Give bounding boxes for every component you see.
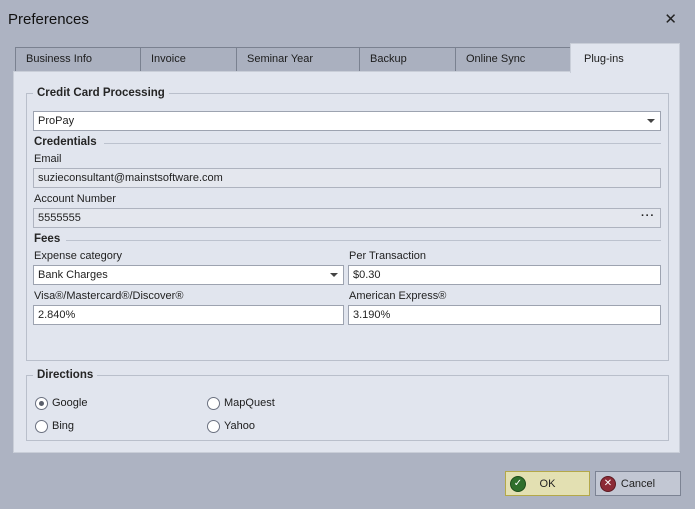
email-value: suzieconsultant@mainstsoftware.com [38,172,223,184]
credit-card-processing-legend: Credit Card Processing [37,87,165,99]
per-transaction-value: $0.30 [353,269,381,281]
fees-divider [66,240,661,241]
tab-label: Backup [370,53,407,65]
chevron-down-icon [330,273,338,277]
email-field[interactable]: suzieconsultant@mainstsoftware.com [33,168,661,188]
email-label: Email [34,153,62,165]
cancel-button[interactable]: ✕ Cancel [595,471,681,496]
per-transaction-label: Per Transaction [349,250,427,262]
title-bar: Preferences ✕ [0,0,695,38]
american-express-field[interactable]: 3.190% [348,305,661,325]
per-transaction-field[interactable]: $0.30 [348,265,661,285]
directions-group: Directions [26,369,669,441]
account-number-label: Account Number [34,193,116,205]
credentials-divider [104,143,661,144]
tab-seminar-year[interactable]: Seminar Year [236,47,360,72]
tab-label: Invoice [151,53,186,65]
chevron-down-icon [647,119,655,123]
radio-bing-label: Bing [52,420,75,432]
radio-mapquest-label: MapQuest [224,397,275,409]
cancel-button-label: Cancel [620,478,656,490]
directions-legend: Directions [37,369,94,381]
tab-label: Seminar Year [247,53,314,65]
tab-business-info[interactable]: Business Info [15,47,141,72]
tab-invoice[interactable]: Invoice [140,47,237,72]
expense-category-value: Bank Charges [38,269,108,281]
close-icon[interactable]: ✕ [664,10,677,28]
radio-indicator-selected [35,397,48,410]
american-express-value: 3.190% [353,309,391,321]
visa-mastercard-discover-label: Visa®/Mastercard®/Discover® [34,290,184,302]
radio-indicator [207,397,220,410]
radio-indicator [35,420,48,433]
american-express-label: American Express® [349,290,447,302]
expense-category-label: Expense category [34,250,123,262]
visa-mastercard-discover-field[interactable]: 2.840% [33,305,344,325]
tab-online-sync[interactable]: Online Sync [455,47,571,72]
credentials-heading: Credentials [34,136,97,148]
radio-indicator [207,420,220,433]
payment-processor-select[interactable]: ProPay [33,111,661,131]
visa-mastercard-discover-value: 2.840% [38,309,76,321]
tab-backup[interactable]: Backup [359,47,456,72]
window-title: Preferences [8,11,89,28]
fees-heading: Fees [34,233,61,245]
ellipsis-icon[interactable]: ··· [641,210,655,222]
ok-button-label: OK [539,478,556,490]
account-number-field[interactable]: 5555555 ··· [33,208,661,228]
ok-button[interactable]: ✓ OK [505,471,590,496]
tab-plug-ins[interactable]: Plug-ins [570,43,680,73]
tab-label: Business Info [26,53,93,65]
radio-google-label: Google [52,397,88,409]
tab-label: Online Sync [466,53,526,65]
radio-yahoo-label: Yahoo [224,420,255,432]
payment-processor-value: ProPay [38,115,75,127]
expense-category-select[interactable]: Bank Charges [33,265,344,285]
tab-label: Plug-ins [584,53,624,65]
account-number-value: 5555555 [38,212,81,224]
